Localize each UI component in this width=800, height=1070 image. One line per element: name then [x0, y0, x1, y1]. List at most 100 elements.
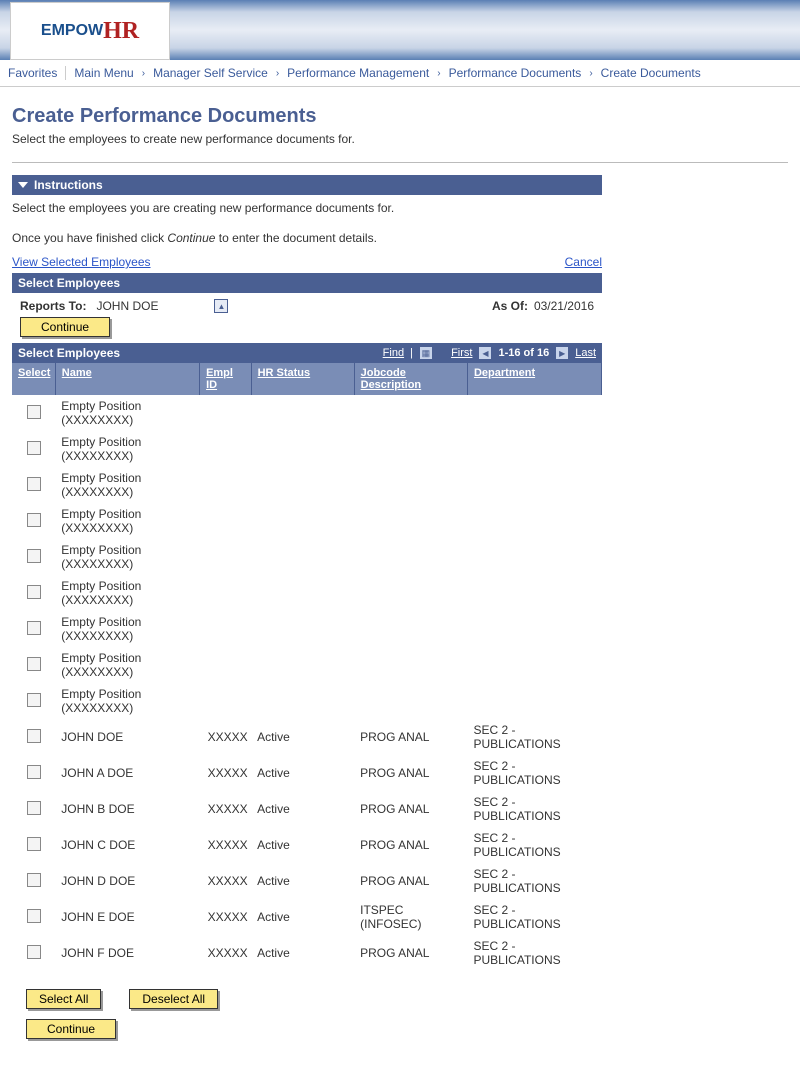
cell-department: SEC 2 - PUBLICATIONS — [467, 791, 601, 827]
breadcrumb-main-menu[interactable]: Main Menu — [70, 66, 137, 80]
cell-name: Empty Position (XXXXXXXX) — [55, 395, 199, 431]
row-checkbox[interactable] — [27, 513, 41, 527]
logo[interactable]: EMPOWHR — [10, 2, 170, 60]
view-selected-link[interactable]: View Selected Employees — [12, 255, 151, 269]
cell-name: Empty Position (XXXXXXXX) — [55, 503, 199, 539]
breadcrumb-item-3[interactable]: Create Documents — [597, 66, 705, 80]
table-row: Empty Position (XXXXXXXX) — [12, 503, 602, 539]
table-row: Empty Position (XXXXXXXX) — [12, 395, 602, 431]
cell-hr_status — [251, 575, 354, 611]
col-empl-id[interactable]: Empl ID — [206, 367, 233, 391]
cell-hr_status: Active — [251, 863, 354, 899]
reports-row: Reports To: JOHN DOE ▲ As Of: 03/21/2016 — [12, 293, 602, 315]
logo-text2: HR — [103, 18, 139, 45]
instructions-header[interactable]: Instructions — [12, 175, 602, 195]
grid-last-link[interactable]: Last — [575, 347, 596, 359]
cell-jobcode — [354, 683, 467, 719]
grid-next-icon[interactable]: ▶ — [555, 346, 569, 360]
deselect-all-button[interactable]: Deselect All — [129, 989, 218, 1009]
grid-zoom-icon[interactable]: ▦ — [419, 346, 433, 360]
cell-jobcode: PROG ANAL — [354, 935, 467, 971]
grid-find-link[interactable]: Find — [383, 347, 404, 359]
cell-hr_status: Active — [251, 827, 354, 863]
col-jobcode[interactable]: Jobcode Description — [361, 367, 422, 391]
row-checkbox[interactable] — [27, 765, 41, 779]
row-checkbox[interactable] — [27, 837, 41, 851]
cell-hr_status: Active — [251, 791, 354, 827]
cell-department — [467, 503, 601, 539]
grid-title: Select Employees — [18, 346, 120, 360]
grid-prev-icon[interactable]: ◀ — [478, 346, 492, 360]
table-row: Empty Position (XXXXXXXX) — [12, 575, 602, 611]
cancel-link[interactable]: Cancel — [565, 255, 602, 269]
row-checkbox[interactable] — [27, 621, 41, 635]
reports-to-value: JOHN DOE — [92, 299, 202, 313]
cell-hr_status: Active — [251, 719, 354, 755]
cell-empl_id — [200, 503, 252, 539]
col-department[interactable]: Department — [474, 367, 535, 379]
cell-jobcode: PROG ANAL — [354, 755, 467, 791]
as-of-label: As Of: — [492, 299, 528, 313]
row-checkbox[interactable] — [27, 549, 41, 563]
breadcrumb-item-2[interactable]: Performance Documents — [445, 66, 586, 80]
cell-empl_id: XXXXX — [200, 791, 252, 827]
cell-jobcode — [354, 503, 467, 539]
grid-first-link[interactable]: First — [451, 347, 472, 359]
select-button-row: Select All Deselect All — [26, 989, 602, 1009]
cell-empl_id: XXXXX — [200, 827, 252, 863]
cell-name: JOHN A DOE — [55, 755, 199, 791]
instructions-line1: Select the employees you are creating ne… — [12, 201, 788, 215]
table-row: JOHN A DOEXXXXXActivePROG ANALSEC 2 - PU… — [12, 755, 602, 791]
continue-button-top[interactable]: Continue — [20, 317, 110, 337]
row-checkbox[interactable] — [27, 477, 41, 491]
page-subtitle: Select the employees to create new perfo… — [12, 132, 788, 146]
row-checkbox[interactable] — [27, 801, 41, 815]
row-checkbox[interactable] — [27, 657, 41, 671]
row-checkbox[interactable] — [27, 909, 41, 923]
cell-hr_status — [251, 503, 354, 539]
cell-department: SEC 2 - PUBLICATIONS — [467, 719, 601, 755]
select-all-button[interactable]: Select All — [26, 989, 101, 1009]
collapse-button[interactable]: ▲ — [214, 299, 228, 313]
cell-jobcode: PROG ANAL — [354, 827, 467, 863]
select-employees-header-label: Select Employees — [18, 276, 120, 290]
breadcrumb-favorites[interactable]: Favorites — [4, 66, 61, 80]
cell-hr_status — [251, 539, 354, 575]
col-name[interactable]: Name — [62, 367, 92, 379]
row-checkbox[interactable] — [27, 585, 41, 599]
table-row: Empty Position (XXXXXXXX) — [12, 683, 602, 719]
table-row: JOHN B DOEXXXXXActivePROG ANALSEC 2 - PU… — [12, 791, 602, 827]
table-row: JOHN DOEXXXXXActivePROG ANALSEC 2 - PUBL… — [12, 719, 602, 755]
instructions-line2a: Once you have finished click — [12, 231, 167, 245]
continue-row-top: Continue — [12, 315, 788, 343]
cell-department: SEC 2 - PUBLICATIONS — [467, 899, 601, 935]
cell-hr_status: Active — [251, 755, 354, 791]
cell-department — [467, 539, 601, 575]
breadcrumb-item-1[interactable]: Performance Management — [283, 66, 433, 80]
row-checkbox[interactable] — [27, 693, 41, 707]
cell-name: JOHN D DOE — [55, 863, 199, 899]
col-select[interactable]: Select — [18, 367, 50, 379]
col-hr-status[interactable]: HR Status — [258, 367, 311, 379]
table-row: JOHN F DOEXXXXXActivePROG ANALSEC 2 - PU… — [12, 935, 602, 971]
cell-name: Empty Position (XXXXXXXX) — [55, 467, 199, 503]
breadcrumb-divider — [65, 66, 66, 80]
row-checkbox[interactable] — [27, 945, 41, 959]
row-checkbox[interactable] — [27, 405, 41, 419]
cell-empl_id — [200, 683, 252, 719]
row-checkbox[interactable] — [27, 729, 41, 743]
top-banner: EMPOWHR — [0, 0, 800, 60]
continue-button-bottom[interactable]: Continue — [26, 1019, 116, 1039]
grid-wrapper: Select Employees Find | ▦ First ◀ 1-16 o… — [12, 343, 602, 1039]
cell-name: JOHN B DOE — [55, 791, 199, 827]
row-checkbox[interactable] — [27, 873, 41, 887]
cell-empl_id — [200, 539, 252, 575]
cell-name: JOHN F DOE — [55, 935, 199, 971]
cell-name: Empty Position (XXXXXXXX) — [55, 539, 199, 575]
breadcrumb-item-0[interactable]: Manager Self Service — [149, 66, 272, 80]
instructions-header-label: Instructions — [34, 178, 103, 192]
cell-name: Empty Position (XXXXXXXX) — [55, 611, 199, 647]
employee-table: Select Name Empl ID HR Status Jobcode De… — [12, 363, 602, 971]
row-checkbox[interactable] — [27, 441, 41, 455]
cell-name: Empty Position (XXXXXXXX) — [55, 431, 199, 467]
